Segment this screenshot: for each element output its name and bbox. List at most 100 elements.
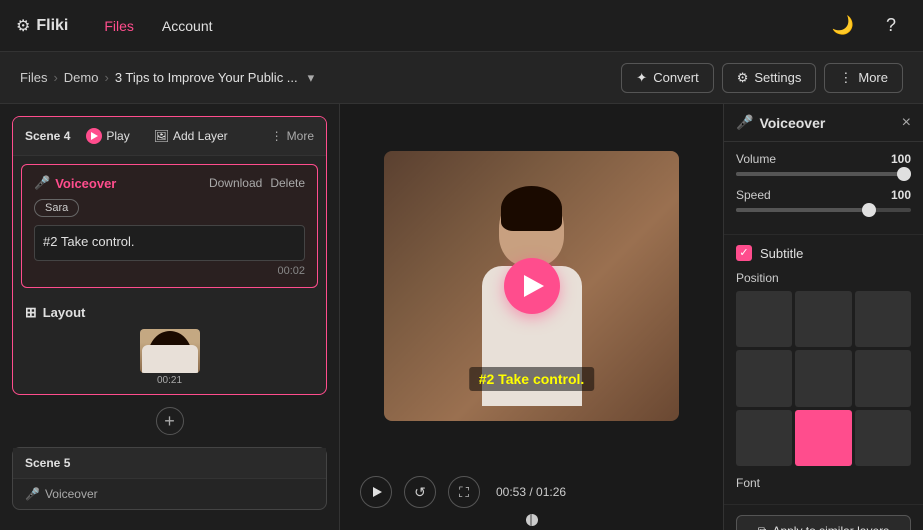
gear-icon: ⚙: [16, 16, 30, 36]
center-panel: #2 Take control. ↺ ⛶ 00:53 / 01:26: [340, 104, 723, 530]
help-button[interactable]: ?: [875, 10, 907, 42]
scene-5-title: Scene 5: [25, 456, 70, 470]
apply-icon: ⧉: [758, 524, 767, 530]
settings-button[interactable]: ⚙ Settings: [722, 63, 817, 93]
scene-4-play-button[interactable]: Play: [78, 125, 137, 147]
speed-row: Speed 100: [736, 188, 911, 202]
breadcrumb-files[interactable]: Files: [20, 70, 47, 85]
fullscreen-icon: ⛶: [459, 484, 469, 501]
layout-grid-icon: ⊞: [25, 304, 37, 321]
help-icon: ?: [886, 15, 896, 36]
convert-button[interactable]: ✦ Convert: [621, 63, 713, 93]
breadcrumb-bar: Files › Demo › 3 Tips to Improve Your Pu…: [0, 52, 923, 104]
pos-cell-9[interactable]: [855, 410, 911, 466]
scene-5-mic-icon: 🎤: [25, 487, 40, 501]
download-button[interactable]: Download: [209, 176, 262, 190]
position-grid: [736, 291, 911, 466]
volume-slider[interactable]: [736, 172, 911, 176]
scene-more-label: More: [287, 129, 314, 143]
add-scene-button[interactable]: +: [156, 407, 184, 435]
volume-section: Volume 100 Speed 100: [724, 142, 923, 235]
play-label: Play: [106, 129, 129, 143]
pos-cell-6[interactable]: [855, 350, 911, 406]
video-area: #2 Take control.: [340, 104, 723, 468]
more-button[interactable]: ⋮ More: [824, 63, 903, 93]
volume-slider-thumb[interactable]: [897, 167, 911, 181]
breadcrumb-dropdown-icon[interactable]: ▾: [308, 70, 315, 86]
scene-4-title: Scene 4: [25, 129, 70, 143]
breadcrumb-file: 3 Tips to Improve Your Public ...: [115, 70, 298, 85]
person-head: [499, 191, 564, 266]
pos-cell-3[interactable]: [855, 291, 911, 347]
voiceover-label: 🎤 Voiceover: [34, 175, 116, 191]
pos-cell-7[interactable]: [736, 410, 792, 466]
nav-files[interactable]: Files: [92, 12, 146, 40]
settings-icon: ⚙: [737, 70, 749, 86]
apply-similar-button[interactable]: ⧉ Apply to similar layers: [736, 515, 911, 530]
video-play-button[interactable]: [504, 258, 560, 314]
pos-cell-4[interactable]: [736, 350, 792, 406]
layout-thumbnail[interactable]: 00:21: [25, 329, 314, 386]
checkmark-icon: ✓: [739, 248, 748, 259]
video-fullscreen-button[interactable]: ⛶: [448, 476, 480, 508]
speed-slider[interactable]: [736, 208, 911, 212]
nav-account[interactable]: Account: [150, 12, 225, 40]
convert-label: Convert: [653, 70, 699, 85]
font-label: Font: [736, 476, 911, 490]
scene-more-button[interactable]: ⋮ More: [271, 129, 314, 143]
scene-4-header: Scene 4 Play 🖼 Add Layer ⋮ More: [13, 117, 326, 156]
layout-thumb-time: 00:21: [157, 375, 182, 386]
controls-row: ↺ ⛶ 00:53 / 01:26: [360, 476, 703, 508]
voiceover-header: 🎤 Voiceover Download Delete: [34, 175, 305, 191]
voiceover-panel-header: 🎤 Voiceover ×: [724, 104, 923, 142]
video-time-display: 00:53 / 01:26: [496, 485, 566, 499]
volume-label: Volume: [736, 152, 776, 166]
seekbar-thumb[interactable]: [526, 514, 538, 526]
person-hair: [501, 186, 562, 231]
pos-cell-2[interactable]: [795, 291, 851, 347]
speed-value: 100: [891, 188, 911, 202]
layout-thumb-image: [140, 329, 200, 373]
scene-5-block: Scene 5 🎤 Voiceover: [12, 447, 327, 510]
video-play-ctrl-button[interactable]: [360, 476, 392, 508]
breadcrumb-demo[interactable]: Demo: [64, 70, 99, 85]
voiceover-section: 🎤 Voiceover Download Delete Sara #2 Take…: [21, 164, 318, 288]
position-label: Position: [736, 271, 911, 285]
voiceover-text[interactable]: #2 Take control.: [34, 225, 305, 261]
mic-icon: 🎤: [34, 175, 50, 191]
voice-badge[interactable]: Sara: [34, 199, 79, 217]
dark-mode-button[interactable]: 🌙: [827, 10, 859, 42]
video-replay-button[interactable]: ↺: [404, 476, 436, 508]
video-controls: ↺ ⛶ 00:53 / 01:26: [340, 468, 723, 518]
breadcrumb-sep2: ›: [104, 70, 108, 85]
panel-mic-icon: 🎤: [736, 114, 753, 131]
breadcrumb: Files › Demo › 3 Tips to Improve Your Pu…: [20, 70, 621, 86]
settings-label: Settings: [754, 70, 801, 85]
voiceover-actions: Download Delete: [209, 176, 305, 190]
scene-more-dots-icon: ⋮: [271, 129, 283, 143]
play-circle-icon: [86, 128, 102, 144]
app-logo[interactable]: ⚙ Fliki: [16, 16, 68, 36]
ctrl-play-triangle-icon: [373, 487, 382, 497]
add-layer-button[interactable]: 🖼 Add Layer: [146, 126, 236, 146]
pos-cell-1[interactable]: [736, 291, 792, 347]
delete-button[interactable]: Delete: [270, 176, 305, 190]
main-layout: Scene 4 Play 🖼 Add Layer ⋮ More: [0, 104, 923, 530]
volume-slider-fill: [736, 172, 911, 176]
pos-cell-5[interactable]: [795, 350, 851, 406]
moon-icon: 🌙: [832, 15, 854, 36]
scene-5-voiceover-label: Voiceover: [45, 487, 98, 501]
speed-slider-thumb[interactable]: [862, 203, 876, 217]
panel-close-button[interactable]: ×: [902, 115, 911, 131]
layout-header: ⊞ Layout: [25, 304, 314, 321]
speed-slider-fill: [736, 208, 862, 212]
subtitle-checkbox[interactable]: ✓: [736, 245, 752, 261]
replay-icon: ↺: [414, 484, 426, 501]
pos-cell-8[interactable]: [795, 410, 851, 466]
subtitle-section: ✓ Subtitle Position Font: [724, 235, 923, 505]
current-time: 00:53: [496, 485, 526, 499]
add-layer-label: Add Layer: [173, 129, 228, 143]
right-panel: 🎤 Voiceover × Volume 100 Speed 100: [723, 104, 923, 530]
apply-label: Apply to similar layers: [772, 524, 889, 530]
top-navigation: ⚙ Fliki Files Account 🌙 ?: [0, 0, 923, 52]
